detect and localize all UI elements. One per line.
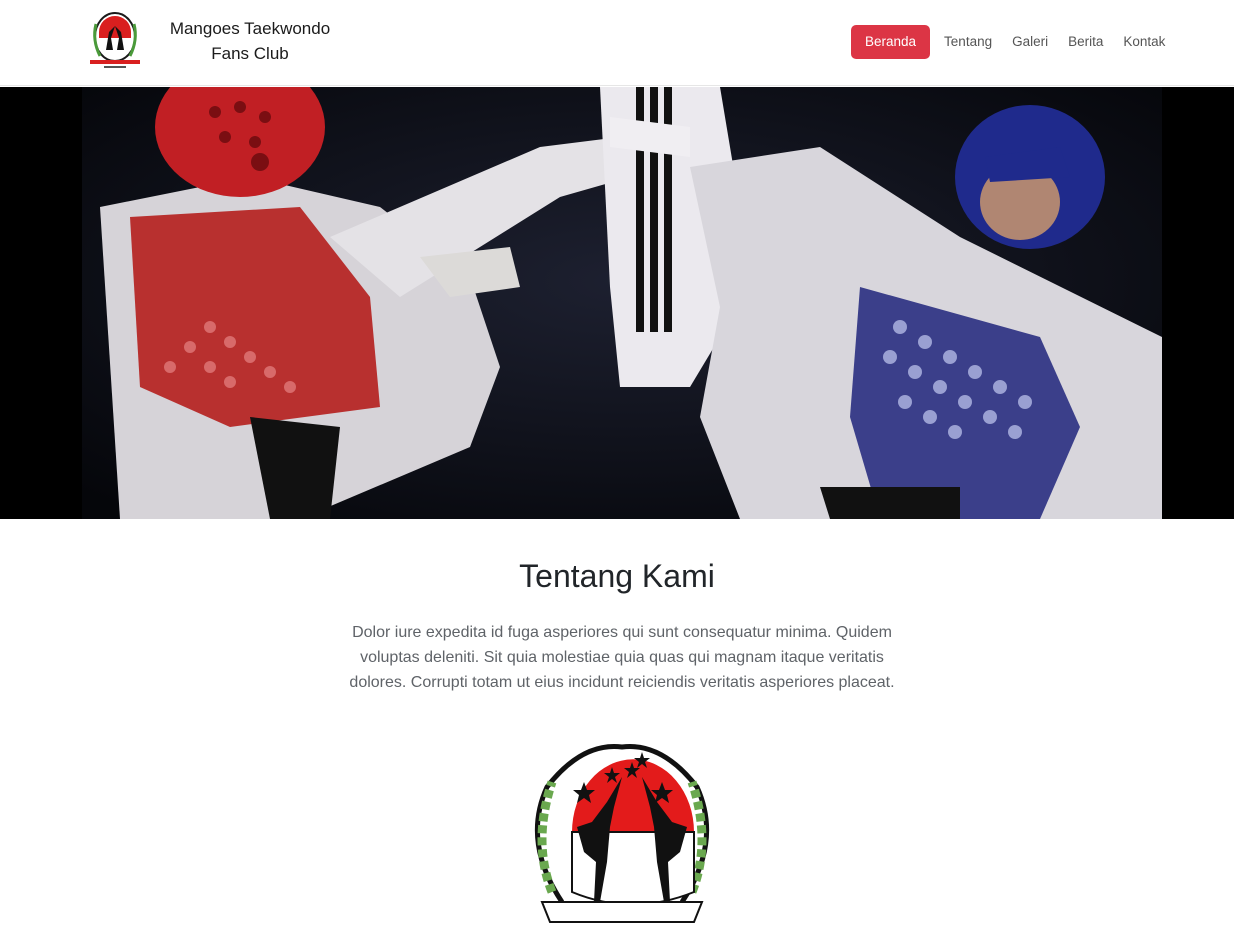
nav-berita[interactable]: Berita	[1058, 25, 1113, 59]
nav-kontak[interactable]: Kontak	[1113, 25, 1175, 59]
brand-name: Mangoes Taekwondo Fans Club	[169, 19, 331, 63]
about-text: Dolor iure expedita id fuga asperiores q…	[349, 624, 895, 691]
main-nav: Beranda Tentang Galeri Berita Kontak	[851, 25, 1175, 59]
brand[interactable]: Mangoes Taekwondo Fans Club	[82, 10, 340, 72]
taekwondo-photo	[0, 87, 1234, 519]
nav-tentang[interactable]: Tentang	[934, 25, 1002, 59]
about-title: Tentang Kami	[519, 558, 715, 594]
club-logo-icon	[90, 12, 140, 68]
nav-beranda[interactable]: Beranda	[851, 25, 931, 59]
club-emblem-icon	[534, 744, 710, 923]
nav-galeri[interactable]: Galeri	[1002, 25, 1058, 59]
navbar: Mangoes Taekwondo Fans Club Beranda Tent…	[0, 0, 1234, 86]
hero-image	[0, 87, 1234, 519]
